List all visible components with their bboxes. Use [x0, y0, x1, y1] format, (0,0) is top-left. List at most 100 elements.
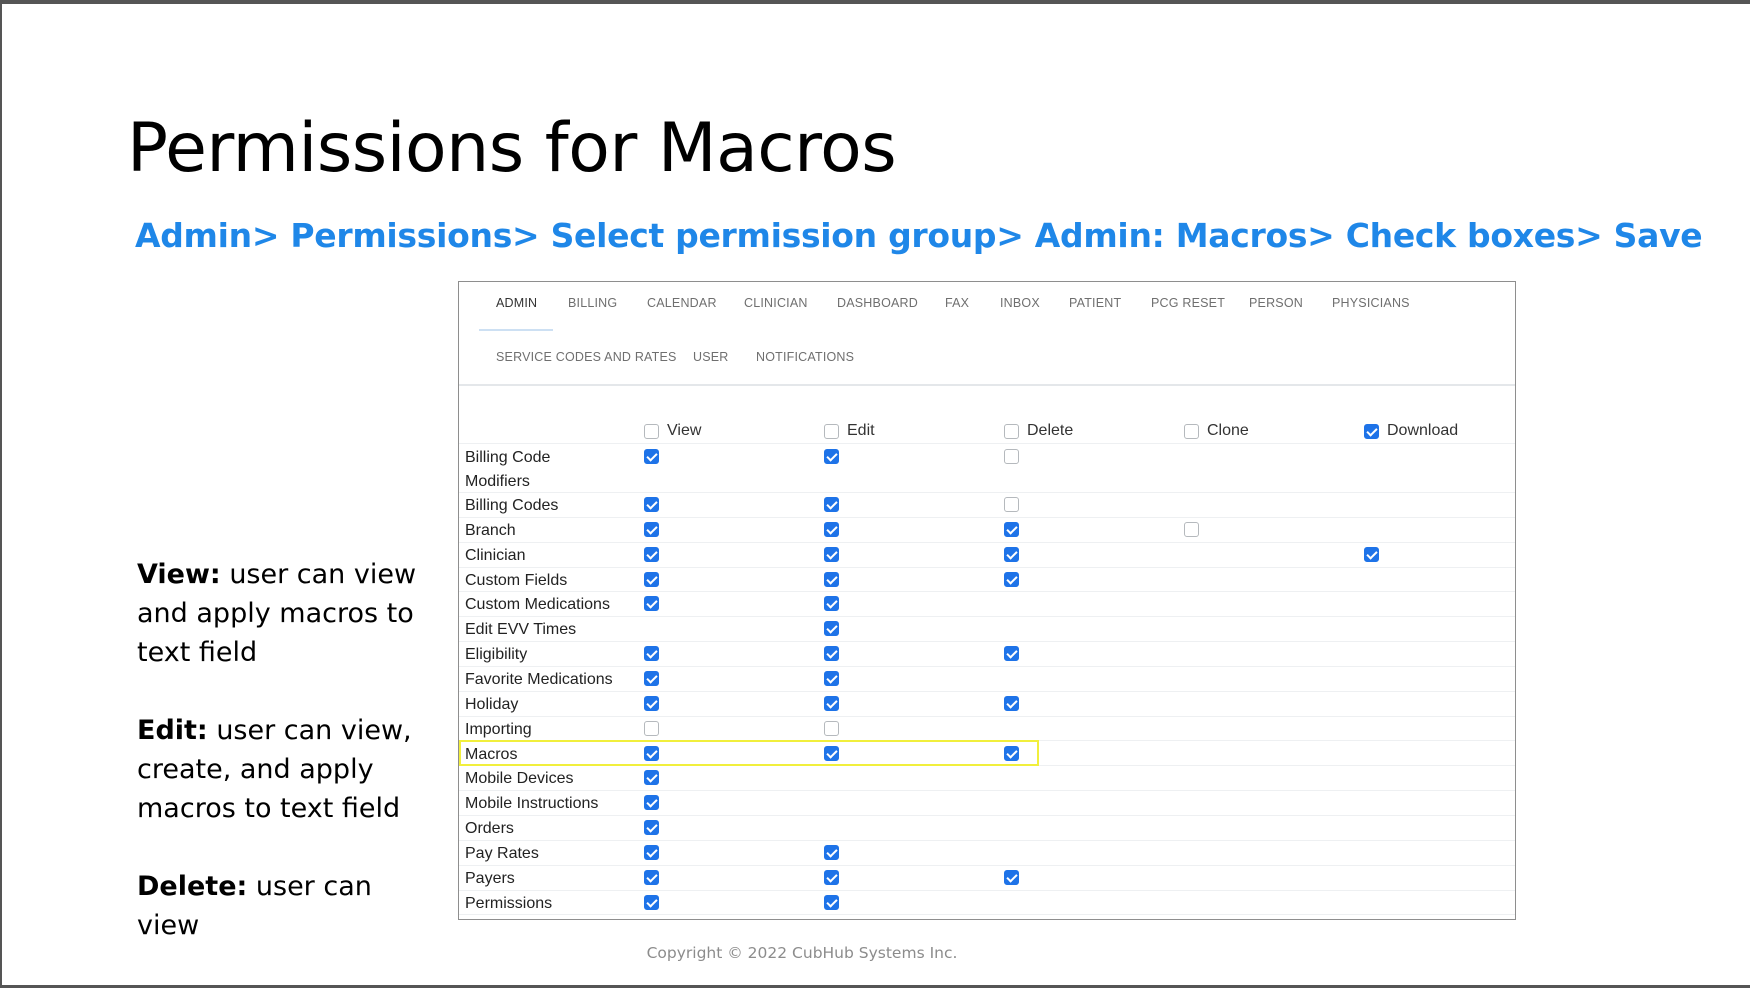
delete-checkbox[interactable]: [1004, 521, 1019, 537]
view-checkbox[interactable]: [644, 521, 659, 537]
delete-checkbox[interactable]: [1004, 449, 1019, 464]
view-checkbox[interactable]: [644, 745, 659, 761]
permission-row-billing-code-modifiers: Billing Code Modifiers: [459, 444, 1515, 493]
view-checkbox[interactable]: [644, 869, 659, 885]
tab-clinician[interactable]: CLINICIAN: [744, 296, 808, 310]
edit-checkbox[interactable]: [824, 844, 839, 860]
clone-checkbox[interactable]: [1184, 521, 1199, 537]
column-label: Delete: [1027, 422, 1074, 439]
permission-tabs: ADMIN BILLING CALENDAR CLINICIAN DASHBOA…: [459, 282, 1515, 386]
permission-row-importing: Importing: [459, 716, 1515, 742]
edit-checkbox[interactable]: [824, 571, 839, 587]
edit-checkbox[interactable]: [824, 894, 839, 910]
row-label: Custom Fields: [465, 571, 568, 589]
permission-row-mobile-instructions: Mobile Instructions: [459, 790, 1515, 817]
permission-row-clinician: Clinician: [459, 542, 1515, 568]
permission-row-branch: Branch: [459, 517, 1515, 543]
slide-title: Permissions for Macros: [127, 109, 897, 188]
column-edit: Edit: [824, 419, 875, 443]
row-label: Macros: [465, 745, 518, 763]
edit-checkbox[interactable]: [824, 449, 839, 464]
edit-checkbox[interactable]: [824, 720, 839, 736]
view-checkbox[interactable]: [644, 770, 659, 786]
view-checkbox[interactable]: [644, 546, 659, 562]
column-view: View: [644, 419, 701, 443]
delete-checkbox[interactable]: [1004, 546, 1019, 562]
note-delete: Delete: user can view: [137, 867, 437, 945]
view-checkbox[interactable]: [644, 646, 659, 662]
view-checkbox[interactable]: [644, 894, 659, 910]
tab-admin[interactable]: ADMIN: [496, 296, 537, 310]
edit-checkbox[interactable]: [824, 670, 839, 686]
permission-row-custom-medications: Custom Medications: [459, 591, 1515, 618]
note-edit: Edit: user can view, create, and apply m…: [137, 711, 437, 828]
tab-service-codes-and-rates[interactable]: SERVICE CODES AND RATES: [496, 350, 677, 364]
delete-checkbox[interactable]: [1004, 745, 1019, 761]
permission-row-orders: Orders: [459, 815, 1515, 841]
row-label: Importing: [465, 720, 532, 738]
note-term: Edit:: [137, 715, 208, 746]
permission-row-pay-rates: Pay Rates: [459, 840, 1515, 866]
select-all-view-checkbox[interactable]: [644, 423, 659, 439]
tab-calendar[interactable]: CALENDAR: [647, 296, 717, 310]
delete-checkbox[interactable]: [1004, 497, 1019, 512]
column-label: View: [667, 422, 702, 439]
tab-patient[interactable]: PATIENT: [1069, 296, 1121, 310]
view-checkbox[interactable]: [644, 795, 659, 811]
tab-notifications[interactable]: NOTIFICATIONS: [756, 350, 854, 364]
permission-row-macros: Macros: [459, 741, 1515, 767]
edit-checkbox[interactable]: [824, 521, 839, 537]
tab-physicians[interactable]: PHYSICIANS: [1332, 296, 1410, 310]
edit-checkbox[interactable]: [824, 596, 839, 612]
permission-row-permissions: Permissions: [459, 890, 1515, 916]
column-label: Edit: [847, 422, 875, 439]
tab-fax[interactable]: FAX: [945, 296, 969, 310]
row-label: Edit EVV Times: [465, 621, 577, 639]
row-label: Permissions: [465, 894, 553, 912]
edit-checkbox[interactable]: [824, 546, 839, 562]
row-label: Favorite Medications: [465, 670, 613, 688]
view-checkbox[interactable]: [644, 720, 659, 736]
view-checkbox[interactable]: [644, 497, 659, 512]
row-label: Branch: [465, 521, 516, 539]
tab-dashboard[interactable]: DASHBOARD: [837, 296, 918, 310]
view-checkbox[interactable]: [644, 596, 659, 612]
edit-checkbox[interactable]: [824, 621, 839, 637]
permission-row-mobile-devices: Mobile Devices: [459, 765, 1515, 792]
permission-notes: View: user can view and apply macros to …: [137, 555, 437, 984]
view-checkbox[interactable]: [644, 670, 659, 686]
tab-pcg-reset[interactable]: PCG RESET: [1151, 296, 1225, 310]
tab-user[interactable]: USER: [693, 350, 729, 364]
permission-row-edit-evv-times: Edit EVV Times: [459, 616, 1515, 643]
row-label: Eligibility: [465, 646, 528, 664]
view-checkbox[interactable]: [644, 695, 659, 711]
row-label: Mobile Instructions: [465, 795, 599, 813]
view-checkbox[interactable]: [644, 844, 659, 860]
select-all-delete-checkbox[interactable]: [1004, 423, 1019, 439]
view-checkbox[interactable]: [644, 820, 659, 836]
edit-checkbox[interactable]: [824, 646, 839, 662]
tab-person[interactable]: PERSON: [1249, 296, 1303, 310]
edit-checkbox[interactable]: [824, 497, 839, 512]
note-term: View:: [137, 559, 221, 590]
row-label: Pay Rates: [465, 844, 539, 862]
edit-checkbox[interactable]: [824, 695, 839, 711]
column-header-row: View Edit Delete Clone Download: [459, 419, 1515, 444]
tab-inbox[interactable]: INBOX: [1000, 296, 1040, 310]
delete-checkbox[interactable]: [1004, 571, 1019, 587]
download-checkbox[interactable]: [1364, 546, 1379, 562]
edit-checkbox[interactable]: [824, 869, 839, 885]
select-all-edit-checkbox[interactable]: [824, 423, 839, 439]
select-all-download-checkbox[interactable]: [1364, 423, 1379, 439]
delete-checkbox[interactable]: [1004, 646, 1019, 662]
delete-checkbox[interactable]: [1004, 869, 1019, 885]
view-checkbox[interactable]: [644, 449, 659, 464]
edit-checkbox[interactable]: [824, 745, 839, 761]
delete-checkbox[interactable]: [1004, 695, 1019, 711]
view-checkbox[interactable]: [644, 571, 659, 587]
permission-row-payers: Payers: [459, 865, 1515, 891]
tab-billing[interactable]: BILLING: [568, 296, 617, 310]
permission-row-custom-fields: Custom Fields: [459, 567, 1515, 593]
row-label: Mobile Devices: [465, 770, 574, 788]
select-all-clone-checkbox[interactable]: [1184, 423, 1199, 439]
